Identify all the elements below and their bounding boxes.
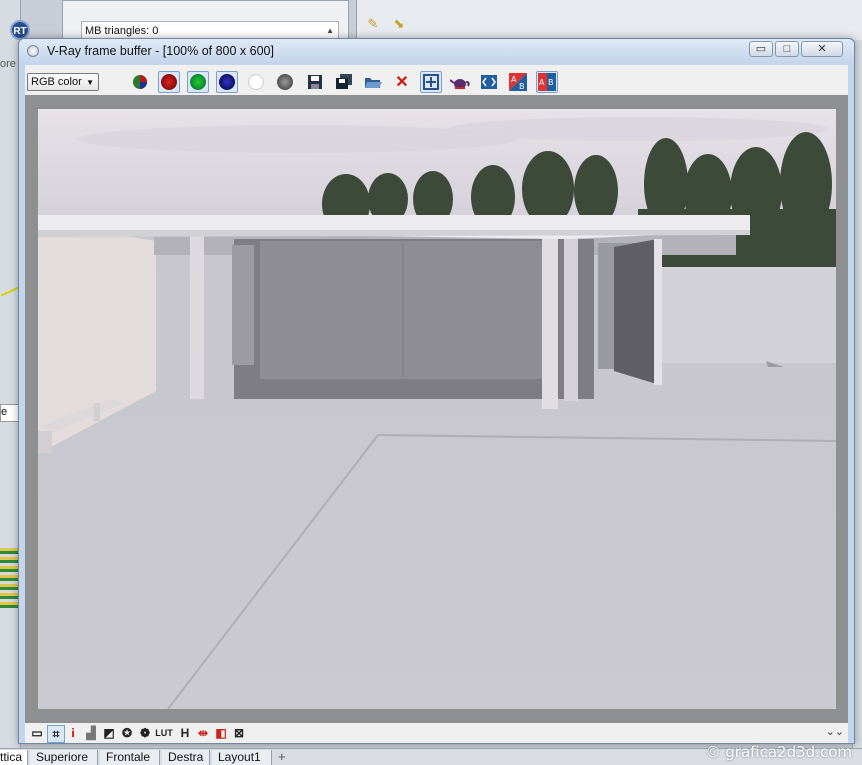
tab-prospettica[interactable]: ttica: [0, 750, 28, 765]
tab-layout1[interactable]: Layout1: [212, 750, 272, 765]
pixel-aspect-icon[interactable]: ⇹: [195, 725, 211, 741]
exposure-icon[interactable]: ✪: [119, 725, 135, 741]
tab-frontale[interactable]: Frontale: [100, 750, 160, 765]
chevron-down-double-icon[interactable]: ⌄⌄: [826, 725, 844, 738]
info-icon[interactable]: i: [65, 725, 81, 741]
vray-frame-buffer-window: V-Ray frame buffer - [100% of 800 x 600]…: [18, 38, 855, 744]
timeline-strip: [0, 548, 20, 608]
pencil-icon[interactable]: ✎: [365, 16, 381, 32]
left-fragment-label: ore: [0, 58, 16, 70]
compare-ab-horizontal-icon[interactable]: AB: [507, 71, 529, 93]
maximize-button[interactable]: □: [775, 41, 799, 57]
region-render-icon[interactable]: [420, 71, 442, 93]
rgb-channels-icon[interactable]: [129, 71, 151, 93]
window-title: V-Ray frame buffer - [100% of 800 x 600]: [47, 44, 274, 58]
tab-destra[interactable]: Destra: [162, 750, 210, 765]
mb-triangles-label: MB triangles: 0: [85, 25, 159, 37]
save-icon[interactable]: [304, 71, 326, 93]
minimize-button[interactable]: ▭: [749, 41, 773, 57]
color-correction-icon[interactable]: ◩: [101, 725, 117, 741]
mono-icon[interactable]: [274, 71, 296, 93]
vfb-status-bar: ▭ ⌗ i ▟ ◩ ✪ ❁ LUT H ⇹ ◧ ⊠ ⌄⌄: [25, 723, 848, 743]
tab-superiore[interactable]: Superiore: [30, 750, 98, 765]
render-scene: [38, 109, 836, 709]
app-icon: [27, 45, 39, 57]
watermark: © grafica2d3d.com: [705, 743, 852, 761]
svg-text:B: B: [519, 82, 525, 91]
rendered-image[interactable]: [38, 109, 836, 709]
chevron-down-icon: ▼: [86, 78, 94, 87]
stereo-icon[interactable]: ◧: [213, 725, 229, 741]
clear-icon[interactable]: ✕: [391, 71, 413, 93]
compare-icon[interactable]: ⊠: [231, 725, 247, 741]
svg-text:A: A: [539, 78, 545, 87]
title-bar[interactable]: V-Ray frame buffer - [100% of 800 x 600]…: [19, 39, 854, 64]
save-all-icon[interactable]: [333, 71, 355, 93]
rt-button[interactable]: RT: [10, 20, 30, 40]
srgb-icon[interactable]: ❁: [137, 725, 153, 741]
channel-select-value: RGB color: [31, 76, 82, 88]
add-tab-icon[interactable]: +: [278, 750, 286, 764]
levels-icon[interactable]: ▟: [83, 725, 99, 741]
follow-mouse-icon[interactable]: ⌗: [47, 725, 65, 743]
close-button[interactable]: ✕: [801, 41, 843, 57]
window-icon[interactable]: ▭: [29, 725, 45, 741]
compare-ab-vertical-icon[interactable]: AB: [536, 71, 558, 93]
vfb-toolbar: RGB color ▼ ✕ AB A B: [25, 65, 848, 95]
green-channel-icon[interactable]: [187, 71, 209, 93]
histogram-icon[interactable]: H: [177, 725, 193, 741]
mb-triangles-field[interactable]: MB triangles: 0 ▲: [81, 21, 339, 39]
blue-channel-icon[interactable]: [216, 71, 238, 93]
svg-text:B: B: [548, 78, 554, 87]
channel-select[interactable]: RGB color ▼: [27, 73, 99, 91]
alpha-channel-icon[interactable]: [245, 71, 267, 93]
red-channel-icon[interactable]: [158, 71, 180, 93]
render-viewport: [25, 95, 848, 723]
svg-text:A: A: [511, 75, 517, 84]
arrow-icon[interactable]: ⬊: [391, 16, 407, 32]
lut-icon[interactable]: LUT: [155, 725, 173, 741]
history-icon[interactable]: [478, 71, 500, 93]
render-teapot-icon[interactable]: [449, 71, 471, 93]
load-icon[interactable]: [362, 71, 384, 93]
